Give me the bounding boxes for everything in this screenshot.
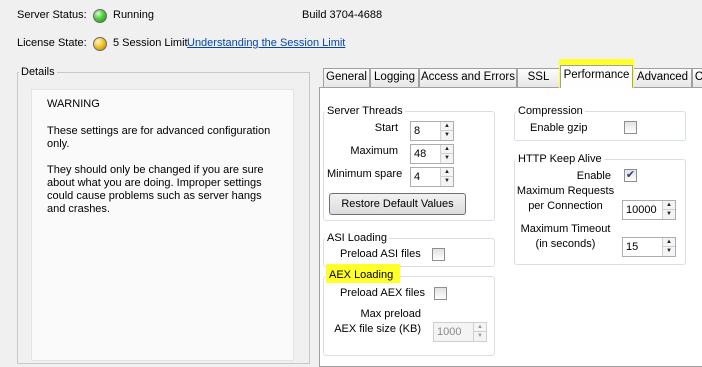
keep-alive-title: HTTP Keep Alive <box>516 153 604 165</box>
maximum-label: Maximum <box>350 145 398 157</box>
start-label: Start <box>374 122 398 134</box>
tab-advanced[interactable]: Advanced <box>633 68 692 87</box>
restore-defaults-button[interactable]: Restore Default Values <box>329 193 466 215</box>
start-value: 8 <box>414 125 421 137</box>
status-yellow-icon <box>93 37 107 51</box>
build-number: Build 3704-4688 <box>302 9 383 21</box>
aex-loading-title: AEX Loading <box>329 269 394 281</box>
preload-asi-label: Preload ASI files <box>340 248 421 260</box>
down-arrow-icon[interactable]: ▼ <box>441 131 453 140</box>
max-requests-value: 10000 <box>626 204 657 216</box>
max-timeout-stepper[interactable]: 15 ▲ ▼ <box>622 237 676 257</box>
down-arrow-icon: ▼ <box>477 333 483 339</box>
max-timeout-value: 15 <box>626 241 639 253</box>
max-requests-label: Maximum Requests <box>516 185 615 197</box>
compression-title: Compression <box>516 105 585 117</box>
max-preload-stepper: 1000 ▲ ▼ <box>433 322 487 342</box>
warning-line: and crashes. <box>47 203 110 215</box>
up-arrow-icon: ▲ <box>474 323 486 332</box>
minimum-spare-label: Minimum spare <box>327 168 403 180</box>
status-green-icon <box>93 9 107 23</box>
warning-line: about what you are doing. Improper setti… <box>47 177 262 189</box>
server-threads-title: Server Threads <box>325 105 405 117</box>
minimum-spare-stepper[interactable]: 4 ▲ ▼ <box>410 167 454 187</box>
maximum-stepper[interactable]: 48 ▲ ▼ <box>410 144 454 164</box>
start-stepper[interactable]: 8 ▲ ▼ <box>410 121 454 141</box>
license-state-value: 5 Session Limit <box>113 37 188 49</box>
tab-ssl[interactable]: SSL <box>517 68 560 87</box>
tab-c[interactable]: C <box>692 68 702 87</box>
check-icon: ✔ <box>625 169 636 181</box>
down-arrow-icon[interactable]: ▼ <box>663 247 675 256</box>
keep-alive-enable-checkbox[interactable]: ✔ <box>624 169 637 182</box>
preload-aex-checkbox[interactable] <box>434 287 447 300</box>
up-arrow-icon[interactable]: ▲ <box>663 238 675 247</box>
per-connection-label: per Connection <box>528 200 603 212</box>
details-title: Details <box>19 66 57 78</box>
preload-aex-label: Preload AEX files <box>340 287 425 299</box>
keep-alive-enable-label: Enable <box>576 170 611 182</box>
max-preload-value: 1000 <box>437 326 462 338</box>
asi-loading-title: ASI Loading <box>325 232 389 244</box>
tab-access-and-errors[interactable]: Access and Errors <box>419 68 517 87</box>
server-status-value: Running <box>113 9 154 21</box>
enable-gzip-label: Enable gzip <box>530 122 588 134</box>
enable-gzip-checkbox[interactable] <box>624 121 637 134</box>
max-timeout-label: Maximum Timeout <box>520 223 611 235</box>
down-arrow-icon[interactable]: ▼ <box>441 154 453 163</box>
max-requests-stepper[interactable]: 10000 ▲ ▼ <box>622 200 676 220</box>
tab-logging[interactable]: Logging <box>370 68 419 87</box>
warning-title: WARNING <box>47 98 100 110</box>
up-arrow-icon[interactable]: ▲ <box>663 201 675 210</box>
up-arrow-icon[interactable]: ▲ <box>441 168 453 177</box>
down-arrow-icon[interactable]: ▼ <box>663 210 675 219</box>
in-seconds-label: (in seconds) <box>535 238 596 250</box>
tab-performance[interactable]: Performance <box>560 65 633 88</box>
max-preload-label: Max preload <box>360 308 421 320</box>
maximum-value: 48 <box>414 148 427 160</box>
tab-general[interactable]: General <box>323 68 370 87</box>
warning-line: These settings are for advanced configur… <box>47 125 271 137</box>
warning-line: They should only be changed if you are s… <box>47 164 264 176</box>
up-arrow-icon[interactable]: ▲ <box>441 145 453 154</box>
warning-line: only. <box>47 138 70 150</box>
aex-file-size-label: AEX file size (KB) <box>334 323 421 335</box>
warning-line: could cause problems such as server hang… <box>47 190 262 202</box>
preload-asi-checkbox[interactable] <box>432 248 445 261</box>
down-arrow-icon[interactable]: ▼ <box>441 177 453 186</box>
minimum-spare-value: 4 <box>414 171 421 183</box>
up-arrow-icon[interactable]: ▲ <box>441 122 453 131</box>
session-limit-link[interactable]: Understanding the Session Limit <box>187 37 345 49</box>
license-state-label: License State: <box>17 37 87 49</box>
server-status-label: Server Status: <box>17 9 87 21</box>
